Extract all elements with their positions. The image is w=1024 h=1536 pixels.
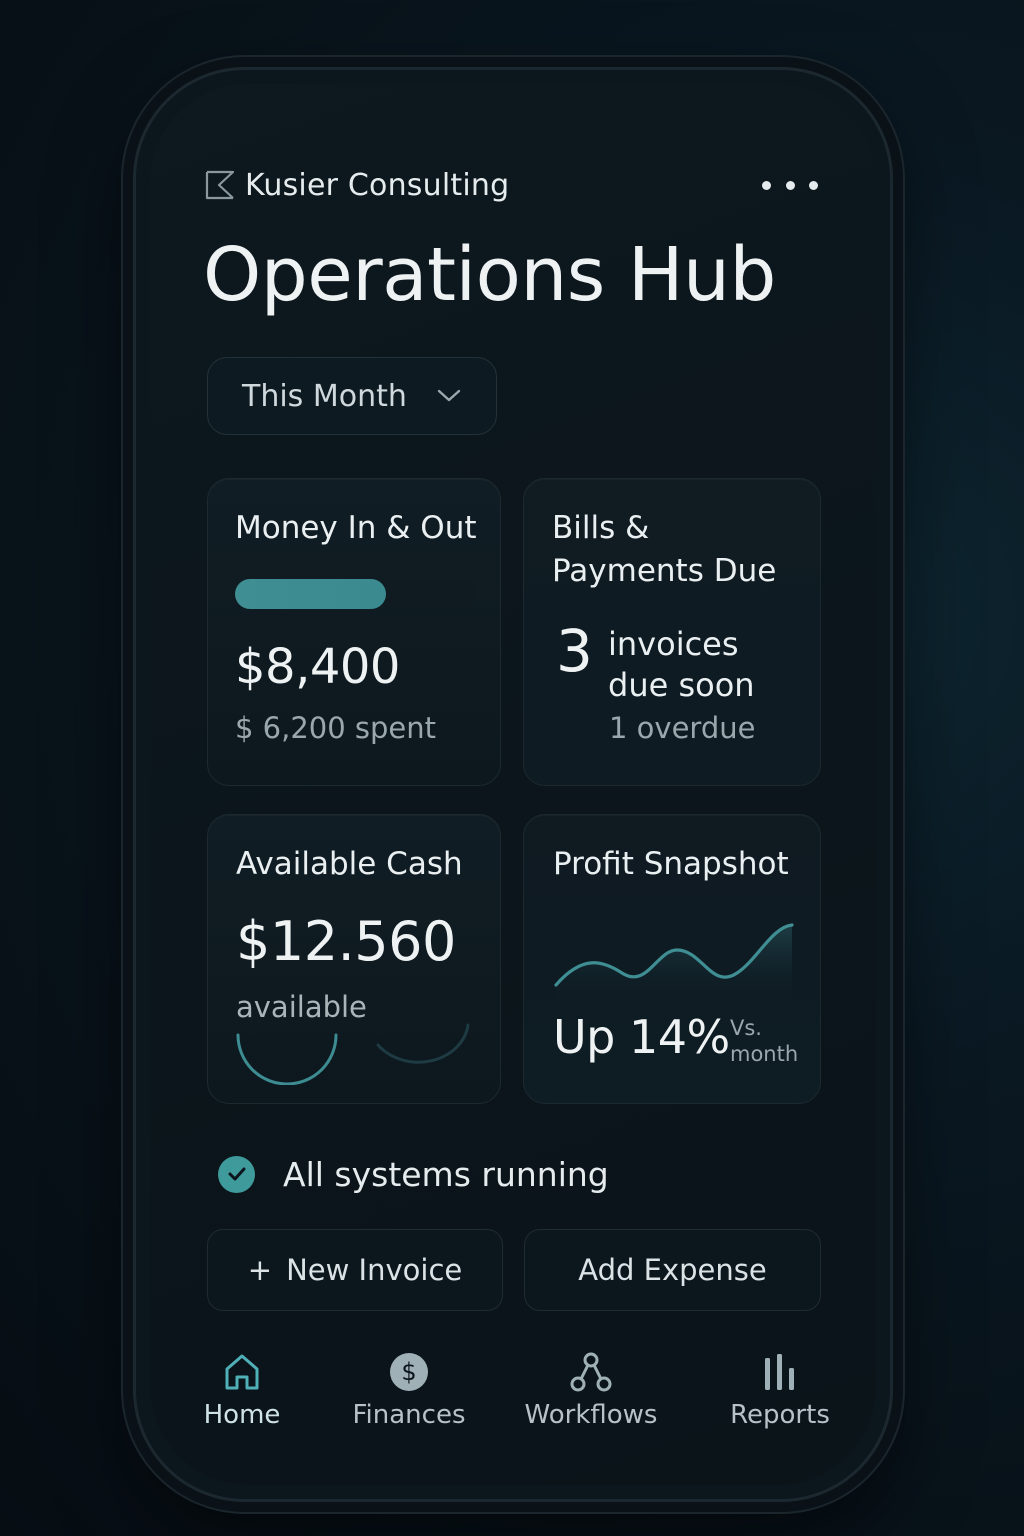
new-invoice-button[interactable]: + New Invoice	[207, 1229, 503, 1311]
system-status: All systems running	[218, 1154, 609, 1194]
overdue-count: 1 overdue	[609, 711, 756, 745]
period-dropdown[interactable]: This Month	[207, 357, 497, 435]
profit-card-title: Profit Snapshot	[553, 846, 789, 882]
check-circle-icon	[218, 1155, 255, 1193]
cash-card-title: Available Cash	[236, 846, 463, 882]
money-amount: $8,400	[235, 639, 400, 695]
more-horizontal-icon-dot	[785, 180, 795, 190]
period-value: This Month	[242, 378, 407, 414]
profit-compare-line1: Vs.	[730, 1016, 762, 1040]
more-options-button[interactable]	[762, 170, 818, 200]
phone-volume-up-button	[127, 443, 132, 555]
profit-snapshot-card[interactable]: Profit Snapshot Up 14% Vs. month	[523, 814, 821, 1104]
invoices-line2: due soon	[608, 666, 755, 704]
add-expense-label: Add Expense	[578, 1253, 767, 1287]
status-text: All systems running	[283, 1154, 609, 1194]
workflow-icon	[570, 1352, 612, 1392]
money-progress-bar	[235, 579, 475, 609]
new-invoice-label: New Invoice	[286, 1253, 463, 1287]
bills-title-line1: Bills &	[552, 510, 650, 546]
bills-payments-card[interactable]: Bills & Payments Due 3 invoices due soon…	[523, 478, 821, 786]
profit-headline: Up 14%	[553, 1010, 730, 1064]
chevron-down-icon	[437, 389, 461, 402]
money-card-title: Money In & Out	[235, 510, 477, 546]
more-horizontal-icon	[762, 180, 771, 190]
bills-title-line2: Payments Due	[552, 553, 777, 589]
nav-workflows-label: Workflows	[524, 1400, 658, 1430]
add-expense-button[interactable]: Add Expense	[524, 1229, 821, 1311]
invoices-line1: invoices	[608, 625, 739, 663]
nav-finances[interactable]: $ Finances	[329, 1352, 489, 1430]
cash-amount: $12.560	[236, 910, 456, 973]
more-horizontal-icon-dot	[809, 180, 818, 190]
cash-decorative-arcs	[236, 1023, 470, 1085]
profit-comparison: Vs. month	[730, 1015, 798, 1067]
invoices-due-text: invoices due soon	[608, 624, 808, 706]
brand-name: Kusier Consulting	[245, 167, 510, 203]
money-spent: $ 6,200 spent	[235, 711, 437, 745]
bills-card-title: Bills & Payments Due	[552, 507, 776, 593]
nav-home-label: Home	[203, 1400, 281, 1430]
nav-home[interactable]: Home	[162, 1352, 322, 1430]
phone-side-button	[127, 325, 132, 383]
phone-volume-down-button	[127, 588, 132, 700]
money-in-out-card[interactable]: Money In & Out $8,400 $ 6,200 spent	[207, 478, 501, 786]
home-icon	[225, 1354, 259, 1390]
invoices-due-count: 3	[556, 617, 593, 685]
svg-text:$: $	[401, 1358, 416, 1386]
available-cash-card[interactable]: Available Cash $12.560 available	[207, 814, 501, 1104]
money-progress-fill	[235, 579, 387, 609]
brand: Kusier Consulting	[205, 165, 509, 205]
dollar-icon: $	[390, 1353, 428, 1391]
phone-power-button	[893, 478, 898, 668]
nav-reports-label: Reports	[730, 1400, 830, 1430]
nav-finances-label: Finances	[352, 1400, 466, 1430]
profit-compare-line2: month	[730, 1042, 799, 1066]
bar-chart-icon	[765, 1354, 794, 1390]
plus-icon: +	[247, 1253, 273, 1287]
brand-logo-icon	[205, 170, 235, 200]
profit-sparkline	[554, 923, 794, 1005]
page-title: Operations Hub	[203, 232, 776, 318]
nav-reports[interactable]: Reports	[700, 1352, 860, 1430]
nav-workflows[interactable]: Workflows	[511, 1352, 671, 1430]
